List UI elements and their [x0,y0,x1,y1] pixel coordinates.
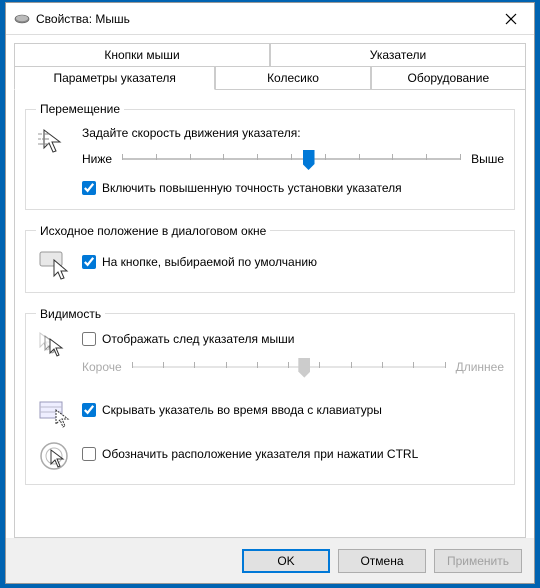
tabs-container: Кнопки мыши Указатели Параметры указател… [6,35,534,89]
pointer-trails-input[interactable] [82,332,96,346]
hide-typing-input[interactable] [82,403,96,417]
slow-label: Ниже [82,152,112,166]
window-title-text: Свойства: Мышь [36,12,130,26]
tab-hardware[interactable]: Оборудование [371,66,526,89]
speed-label: Задайте скорость движения указателя: [82,126,504,140]
pointer-speed-icon [38,126,70,158]
fast-label: Выше [471,152,504,166]
close-icon [505,13,517,25]
snap-to-default-icon [38,248,70,280]
dialog-buttons: OK Отмена Применить [6,538,534,583]
motion-group: Перемещение Задайте скорость движения ук… [25,102,515,210]
speed-slider[interactable] [122,148,461,170]
tab-label: Оборудование [408,71,490,85]
titlebar[interactable]: Свойства: Мышь [6,3,534,35]
tab-label: Параметры указателя [53,71,175,85]
snap-to-default-input[interactable] [82,255,96,269]
enhance-precision-checkbox[interactable]: Включить повышенную точность установки у… [82,180,504,197]
visibility-group: Видимость Отображать след указателя мыши [25,307,515,485]
window-title: Свойства: Мышь [14,12,488,26]
tab-label: Кнопки мыши [104,48,179,62]
long-label: Длиннее [456,360,504,374]
pointer-trails-icon [38,331,70,363]
hide-typing-label: Скрывать указатель во время ввода с клав… [102,402,382,419]
enhance-precision-input[interactable] [82,181,96,195]
tab-label: Колесико [267,71,319,85]
tab-content: Перемещение Задайте скорость движения ук… [14,89,526,538]
short-label: Короче [82,360,122,374]
snap-legend: Исходное положение в диалоговом окне [36,224,270,238]
close-button[interactable] [488,3,534,35]
cancel-button[interactable]: Отмена [338,549,426,573]
hide-typing-icon [38,396,70,428]
tab-pointers[interactable]: Указатели [270,43,526,66]
ctrl-locate-icon [38,440,70,472]
snap-to-default-checkbox[interactable]: На кнопке, выбираемой по умолчанию [82,254,504,271]
apply-button: Применить [434,549,522,573]
ok-label: OK [277,554,294,568]
tab-buttons[interactable]: Кнопки мыши [14,43,270,66]
snap-to-default-label: На кнопке, выбираемой по умолчанию [102,254,317,271]
tab-wheel[interactable]: Колесико [215,66,370,89]
ok-button[interactable]: OK [242,549,330,573]
hide-typing-checkbox[interactable]: Скрывать указатель во время ввода с клав… [82,402,504,419]
ctrl-locate-label: Обозначить расположение указателя при на… [102,446,418,463]
trails-slider [132,356,446,378]
tab-label: Указатели [370,48,426,62]
pointer-trails-label: Отображать след указателя мыши [102,331,295,348]
pointer-trails-checkbox[interactable]: Отображать след указателя мыши [82,331,504,348]
enhance-precision-label: Включить повышенную точность установки у… [102,180,402,197]
tab-pointer-options[interactable]: Параметры указателя [14,66,215,90]
motion-legend: Перемещение [36,102,124,116]
cancel-label: Отмена [360,554,403,568]
snap-group: Исходное положение в диалоговом окне На … [25,224,515,293]
visibility-legend: Видимость [36,307,105,321]
ctrl-locate-checkbox[interactable]: Обозначить расположение указателя при на… [82,446,504,463]
apply-label: Применить [447,554,509,568]
ctrl-locate-input[interactable] [82,447,96,461]
mouse-properties-window: Свойства: Мышь Кнопки мыши Указатели Пар… [5,2,535,584]
mouse-icon [14,14,30,24]
